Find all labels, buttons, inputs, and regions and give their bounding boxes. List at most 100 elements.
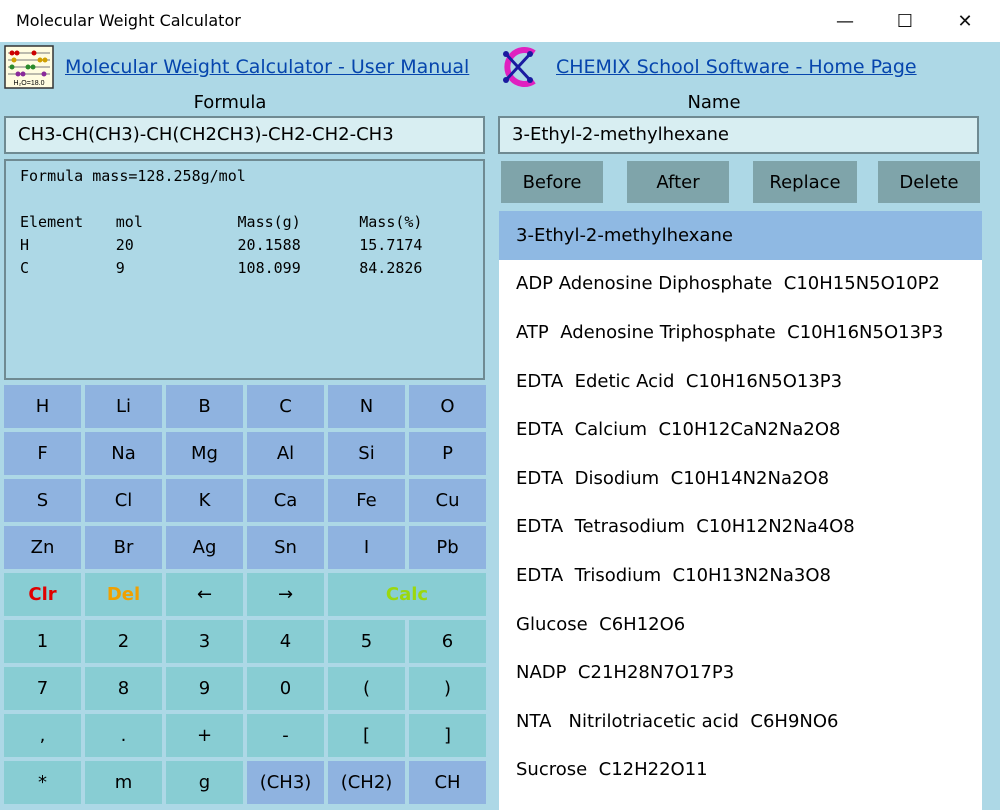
- results-cell: 15.7174: [359, 236, 423, 254]
- key-comma[interactable]: ,: [4, 714, 81, 757]
- key-digit-0[interactable]: 0: [247, 667, 324, 710]
- key-minus[interactable]: -: [247, 714, 324, 757]
- key-element-f[interactable]: F: [4, 432, 81, 475]
- list-item[interactable]: EDTA Edetic Acid C10H16N5O13P3: [499, 357, 982, 406]
- delete-char-button[interactable]: Del: [85, 573, 162, 616]
- key-digit-2[interactable]: 2: [85, 620, 162, 663]
- key-plus[interactable]: +: [166, 714, 243, 757]
- key-element-b[interactable]: B: [166, 385, 243, 428]
- key-digit-6[interactable]: 6: [409, 620, 486, 663]
- arrow-left-icon[interactable]: ←: [166, 573, 243, 616]
- list-item[interactable]: 3-Ethyl-2-methylhexane: [499, 211, 982, 260]
- key-element-br[interactable]: Br: [85, 526, 162, 569]
- key-element-i[interactable]: I: [328, 526, 405, 569]
- list-item[interactable]: EDTA Disodium C10H14N2Na2O8: [499, 454, 982, 503]
- header-element: Element: [20, 213, 84, 231]
- key-element-zn[interactable]: Zn: [4, 526, 81, 569]
- key-ch3-group[interactable]: (CH3): [247, 761, 324, 804]
- results-header-row: Element mol Mass(g) Mass(%): [20, 213, 469, 236]
- results-row: C 9 108.099 84.2826: [20, 259, 469, 282]
- key-ch2-group[interactable]: (CH2): [328, 761, 405, 804]
- home-page-link[interactable]: CHEMIX School Software - Home Page: [556, 56, 917, 78]
- key-element-h[interactable]: H: [4, 385, 81, 428]
- formula-mass-line: Formula mass=128.258g/mol: [20, 167, 246, 185]
- clear-button[interactable]: Clr: [4, 573, 81, 616]
- name-input[interactable]: 3-Ethyl-2-methylhexane: [498, 116, 979, 154]
- key-element-fe[interactable]: Fe: [328, 479, 405, 522]
- results-cell: H: [20, 236, 30, 254]
- header-mass-g: Mass(g): [237, 213, 301, 231]
- key-element-cu[interactable]: Cu: [409, 479, 486, 522]
- list-item[interactable]: ADP Adenosine Diphosphate C10H15N5O10P2: [499, 260, 982, 309]
- key-element-li[interactable]: Li: [85, 385, 162, 428]
- key-element-na[interactable]: Na: [85, 432, 162, 475]
- maximize-button[interactable]: ☐: [875, 0, 935, 42]
- formula-input[interactable]: CH3-CH(CH3)-CH(CH2CH3)-CH2-CH2-CH3: [4, 116, 485, 154]
- key-digit-4[interactable]: 4: [247, 620, 324, 663]
- key-element-p[interactable]: P: [409, 432, 486, 475]
- logo-caption: H₂O=18.0: [14, 80, 45, 87]
- name-label: Name: [687, 92, 741, 113]
- key-element-c[interactable]: C: [247, 385, 324, 428]
- results-cell: C: [20, 259, 30, 277]
- key-ch-group[interactable]: CH: [409, 761, 486, 804]
- key-element-o[interactable]: O: [409, 385, 486, 428]
- key-element-s[interactable]: S: [4, 479, 81, 522]
- abacus-logo-icon: H₂O=18.0: [4, 45, 54, 89]
- after-button[interactable]: After: [627, 161, 729, 203]
- list-item[interactable]: EDTA Calcium C10H12CaN2Na2O8: [499, 405, 982, 454]
- key-element-n[interactable]: N: [328, 385, 405, 428]
- before-button[interactable]: Before: [501, 161, 603, 203]
- key-element-mg[interactable]: Mg: [166, 432, 243, 475]
- chemix-logo-icon: [503, 47, 536, 87]
- key-close-paren[interactable]: ): [409, 667, 486, 710]
- list-item[interactable]: ATP Adenosine Triphosphate C10H16N5O13P3: [499, 308, 982, 357]
- key-element-pb[interactable]: Pb: [409, 526, 486, 569]
- header-mass-pct: Mass(%): [359, 213, 423, 231]
- key-element-ca[interactable]: Ca: [247, 479, 324, 522]
- results-cell: 20.1588: [237, 236, 301, 254]
- window-title: Molecular Weight Calculator: [16, 11, 241, 30]
- list-item[interactable]: NADP C21H28N7O17P3: [499, 648, 982, 697]
- key-open-paren[interactable]: (: [328, 667, 405, 710]
- list-item[interactable]: EDTA Tetrasodium C10H12N2Na4O8: [499, 503, 982, 552]
- key-open-bracket[interactable]: [: [328, 714, 405, 757]
- results-panel: Formula mass=128.258g/mol Element mol Ma…: [4, 159, 485, 380]
- arrow-right-icon[interactable]: →: [247, 573, 324, 616]
- delete-button[interactable]: Delete: [878, 161, 980, 203]
- key-digit-1[interactable]: 1: [4, 620, 81, 663]
- key-close-bracket[interactable]: ]: [409, 714, 486, 757]
- key-asterisk[interactable]: *: [4, 761, 81, 804]
- key-element-si[interactable]: Si: [328, 432, 405, 475]
- key-digit-9[interactable]: 9: [166, 667, 243, 710]
- key-period[interactable]: .: [85, 714, 162, 757]
- formula-label: Formula: [193, 92, 267, 113]
- key-digit-8[interactable]: 8: [85, 667, 162, 710]
- key-element-cl[interactable]: Cl: [85, 479, 162, 522]
- key-element-sn[interactable]: Sn: [247, 526, 324, 569]
- app-body: H₂O=18.0 Molecular Weight Calculator - U…: [0, 42, 1000, 810]
- list-item[interactable]: NTA Nitrilotriacetic acid C6H9NO6: [499, 697, 982, 746]
- close-button[interactable]: ✕: [935, 0, 995, 42]
- key-element-ag[interactable]: Ag: [166, 526, 243, 569]
- results-cell: 84.2826: [359, 259, 423, 277]
- list-item[interactable]: Glucose C6H12O6: [499, 600, 982, 649]
- results-cell: 20: [115, 236, 134, 254]
- key-digit-7[interactable]: 7: [4, 667, 81, 710]
- user-manual-link[interactable]: Molecular Weight Calculator - User Manua…: [65, 56, 469, 78]
- list-item[interactable]: Sucrose C12H22O11: [499, 746, 982, 795]
- calc-button[interactable]: Calc: [328, 573, 486, 616]
- key-m[interactable]: m: [85, 761, 162, 804]
- title-bar: Molecular Weight Calculator — ☐ ✕: [0, 0, 1000, 42]
- key-g[interactable]: g: [166, 761, 243, 804]
- key-digit-5[interactable]: 5: [328, 620, 405, 663]
- list-item[interactable]: EDTA Trisodium C10H13N2Na3O8: [499, 551, 982, 600]
- results-cell: 9: [115, 259, 125, 277]
- key-digit-3[interactable]: 3: [166, 620, 243, 663]
- results-row: H 20 20.1588 15.7174: [20, 236, 469, 259]
- minimize-button[interactable]: —: [815, 0, 875, 42]
- compound-list: 3-Ethyl-2-methylhexane ADP Adenosine Dip…: [499, 211, 982, 810]
- key-element-al[interactable]: Al: [247, 432, 324, 475]
- key-element-k[interactable]: K: [166, 479, 243, 522]
- replace-button[interactable]: Replace: [753, 161, 857, 203]
